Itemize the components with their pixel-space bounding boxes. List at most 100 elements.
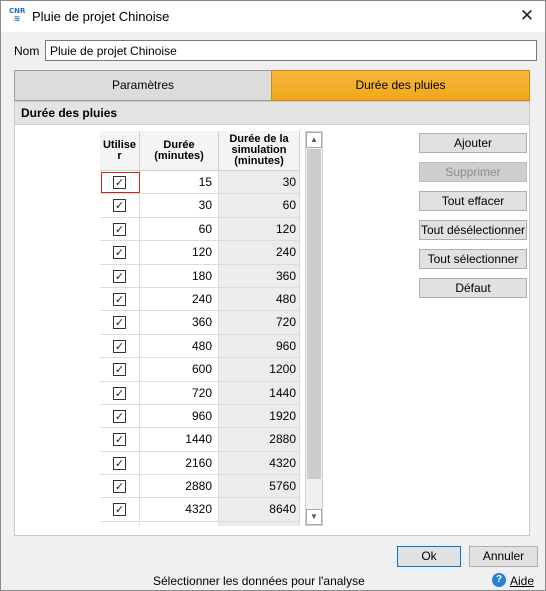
duree-cell[interactable]: 5760 — [140, 521, 219, 526]
scroll-thumb[interactable] — [307, 149, 321, 479]
row-checkbox[interactable]: ✓ — [113, 456, 126, 470]
row-checkbox[interactable]: ✓ — [113, 386, 126, 400]
table-row[interactable]: ✓ 360 720 — [100, 311, 300, 335]
tout-deselectionner-button[interactable]: Tout désélectionner — [419, 220, 527, 240]
utiliser-cell: ✓ — [100, 451, 140, 476]
duree-cell[interactable]: 2880 — [140, 475, 219, 499]
row-checkbox[interactable]: ✓ — [113, 316, 126, 330]
utiliser-cell: ✓ — [100, 171, 140, 195]
ajouter-button[interactable]: Ajouter — [419, 133, 527, 153]
table-row[interactable]: ✓ 60 120 — [100, 217, 300, 242]
row-checkbox[interactable]: ✓ — [113, 222, 126, 236]
simulation-cell: 360 — [219, 264, 300, 288]
duree-cell[interactable]: 600 — [140, 358, 219, 382]
duree-cell[interactable]: 1440 — [140, 428, 219, 452]
grid-scrollbar[interactable]: ▲ ▼ — [305, 131, 323, 526]
duree-cell[interactable]: 180 — [140, 264, 219, 288]
duree-cell[interactable]: 2160 — [140, 451, 219, 476]
ok-button[interactable]: Ok — [397, 546, 461, 567]
table-row[interactable]: ✓ 2880 5760 — [100, 475, 300, 499]
duree-cell[interactable]: 15 — [140, 171, 219, 195]
utiliser-cell: ✓ — [100, 334, 140, 359]
table-row[interactable]: ✓ 30 60 — [100, 194, 300, 218]
simulation-cell: 11520 — [219, 521, 300, 526]
column-header-duree[interactable]: Durée (minutes) — [140, 131, 219, 171]
utiliser-cell: ✓ — [100, 311, 140, 335]
simulation-cell: 1920 — [219, 404, 300, 429]
utiliser-cell: ✓ — [100, 264, 140, 288]
table-row[interactable]: ✓ 240 480 — [100, 287, 300, 312]
col-utiliser-line2: r — [117, 149, 122, 162]
table-row[interactable]: ✓ 600 1200 — [100, 358, 300, 382]
tout-effacer-button[interactable]: Tout effacer — [419, 191, 527, 211]
duree-cell[interactable]: 120 — [140, 241, 219, 265]
row-checkbox[interactable]: ✓ — [113, 199, 126, 213]
simulation-cell: 5760 — [219, 475, 300, 499]
table-row[interactable]: ✓ 1440 2880 — [100, 428, 300, 452]
title-bar: CNR ≋ Pluie de projet Chinoise ✕ — [1, 1, 545, 32]
panel-header: Durée des pluies — [15, 102, 529, 125]
table-row[interactable]: ✓ 480 960 — [100, 334, 300, 359]
utiliser-cell: ✓ — [100, 404, 140, 429]
table-row[interactable]: ✓ 180 360 — [100, 264, 300, 288]
simulation-cell: 8640 — [219, 498, 300, 522]
simulation-cell: 120 — [219, 217, 300, 242]
table-row[interactable]: ✓ 720 1440 — [100, 381, 300, 405]
window-title: Pluie de projet Chinoise — [32, 9, 170, 24]
tab-durees-des-pluies[interactable]: Durée des pluies — [271, 70, 530, 101]
row-checkbox[interactable]: ✓ — [113, 363, 126, 377]
table-row[interactable]: ✓576011520 — [100, 521, 300, 526]
row-checkbox[interactable]: ✓ — [113, 433, 126, 447]
simulation-cell: 1440 — [219, 381, 300, 405]
dialog-window: CNR ≋ Pluie de projet Chinoise ✕ Nom Par… — [0, 0, 546, 591]
utiliser-cell: ✓ — [100, 241, 140, 265]
simulation-cell: 720 — [219, 311, 300, 335]
tab-strip: Paramètres Durée des pluies — [14, 70, 530, 101]
help-link[interactable]: Aide — [510, 574, 534, 588]
tab-parametres[interactable]: Paramètres — [14, 70, 272, 101]
focus-ring — [101, 172, 140, 193]
duree-cell[interactable]: 240 — [140, 287, 219, 312]
tout-selectionner-button[interactable]: Tout sélectionner — [419, 249, 527, 269]
close-button[interactable]: ✕ — [515, 5, 539, 27]
duree-cell[interactable]: 4320 — [140, 498, 219, 522]
name-input[interactable] — [45, 40, 537, 61]
simulation-cell: 480 — [219, 287, 300, 312]
duree-cell[interactable]: 30 — [140, 194, 219, 218]
utiliser-cell: ✓ — [100, 498, 140, 522]
app-logo-icon: CNR ≋ — [9, 7, 25, 25]
scroll-down-arrow-icon[interactable]: ▼ — [306, 509, 322, 525]
supprimer-button[interactable]: Supprimer — [419, 162, 527, 182]
help-icon[interactable]: ? — [492, 573, 506, 587]
row-checkbox[interactable]: ✓ — [113, 292, 126, 306]
defaut-button[interactable]: Défaut — [419, 278, 527, 298]
table-row[interactable]: ✓ 2160 4320 — [100, 451, 300, 476]
column-header-simulation[interactable]: Durée de la simulation (minutes) — [219, 131, 300, 171]
duree-cell[interactable]: 360 — [140, 311, 219, 335]
durations-grid: Utilise r Durée (minutes) Durée de la simul… — [100, 131, 300, 526]
duree-cell[interactable]: 60 — [140, 217, 219, 242]
row-checkbox[interactable]: ✓ — [113, 409, 126, 423]
column-header-utiliser[interactable]: Utilise r — [100, 131, 140, 171]
simulation-cell: 60 — [219, 194, 300, 218]
row-checkbox[interactable]: ✓ — [113, 246, 126, 260]
table-row[interactable]: ✓ 120 240 — [100, 241, 300, 265]
simulation-cell: 30 — [219, 171, 300, 195]
row-checkbox[interactable]: ✓ — [113, 503, 126, 517]
utiliser-cell: ✓ — [100, 194, 140, 218]
utiliser-cell: ✓ — [100, 217, 140, 242]
duree-cell[interactable]: 480 — [140, 334, 219, 359]
table-row[interactable]: ✓ 15 30 — [100, 171, 300, 195]
simulation-cell: 4320 — [219, 451, 300, 476]
table-row[interactable]: ✓ 4320 8640 — [100, 498, 300, 522]
duree-cell[interactable]: 720 — [140, 381, 219, 405]
table-row[interactable]: ✓ 960 1920 — [100, 404, 300, 429]
utiliser-cell: ✓ — [100, 287, 140, 312]
annuler-button[interactable]: Annuler — [469, 546, 538, 567]
duree-cell[interactable]: 960 — [140, 404, 219, 429]
row-checkbox[interactable]: ✓ — [113, 269, 126, 283]
scroll-up-arrow-icon[interactable]: ▲ — [306, 132, 322, 148]
row-checkbox[interactable]: ✓ — [113, 480, 126, 494]
col-sim-line3: (minutes) — [234, 155, 284, 167]
row-checkbox[interactable]: ✓ — [113, 339, 126, 353]
